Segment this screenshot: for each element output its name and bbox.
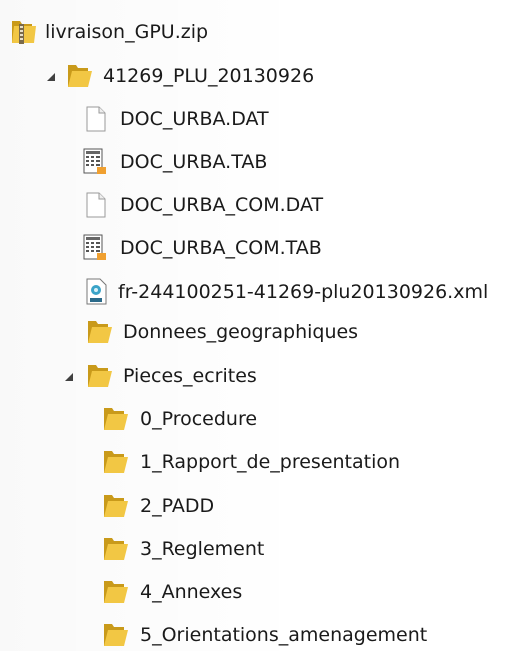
- folder-icon: [100, 578, 130, 606]
- expanded-arrow-icon[interactable]: [46, 72, 56, 82]
- folder-icon: [100, 535, 130, 563]
- tree-item-label: 3_Reglement: [140, 538, 265, 560]
- tree-item-label: 5_Orientations_amenagement: [140, 624, 428, 646]
- folder-icon: [100, 492, 130, 520]
- tree-item-label: DOC_URBA.TAB: [120, 151, 268, 173]
- xml-file-icon: [84, 278, 108, 306]
- tree-item-label: DOC_URBA.DAT: [120, 108, 269, 130]
- blank-file-icon: [84, 106, 108, 132]
- tree-item-label: Donnees_geographiques: [123, 321, 359, 343]
- tree-item-label: DOC_URBA_COM.DAT: [120, 194, 324, 216]
- tree-item-label: livraison_GPU.zip: [45, 21, 209, 43]
- tree-item-label: fr-244100251-41269-plu20130926.xml: [118, 281, 489, 303]
- folder-icon: [84, 362, 114, 390]
- expanded-arrow-icon[interactable]: [64, 372, 74, 382]
- blank-file-icon: [84, 192, 108, 218]
- tree-item-label: 1_Rapport_de_presentation: [140, 451, 401, 473]
- tree-item-label: 0_Procedure: [140, 408, 258, 430]
- table-file-icon: [82, 148, 108, 176]
- tree-item-label: 4_Annexes: [140, 581, 243, 603]
- tree-item-label: DOC_URBA_COM.TAB: [120, 237, 322, 259]
- folder-icon: [84, 318, 114, 346]
- table-file-icon: [82, 234, 108, 262]
- folder-icon: [100, 405, 130, 433]
- folder-icon: [100, 448, 130, 476]
- folder-icon: [100, 621, 130, 649]
- tree-item-label: 2_PADD: [140, 495, 215, 517]
- tree-item-label: Pieces_ecrites: [123, 365, 257, 387]
- zip-folder-icon: [8, 18, 38, 46]
- folder-icon: [64, 62, 94, 90]
- tree-item-label: 41269_PLU_20130926: [103, 65, 315, 87]
- file-tree: livraison_GPU.zip 41269_PLU_20130926 DOC…: [0, 0, 532, 651]
